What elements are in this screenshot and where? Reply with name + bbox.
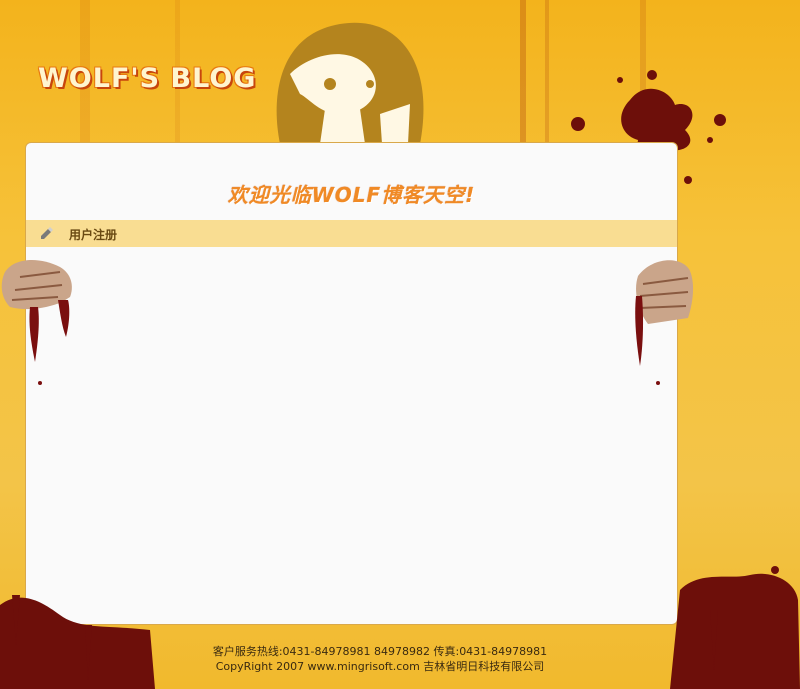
- main-panel: 欢迎光临WOLF博客天空! 用户注册: [25, 142, 678, 625]
- section-header-bar: 用户注册: [26, 220, 677, 247]
- footer-copyright-line: CopyRight 2007 www.mingrisoft.com 吉林省明日科…: [215, 660, 545, 673]
- wolf-face-illustration: [276, 22, 424, 145]
- footer-contact-line: 客户服务热线:0431-84978981 84978982 传真:0431-84…: [212, 645, 548, 658]
- pencil-icon: [41, 227, 53, 239]
- welcome-banner: 欢迎光临WOLF博客天空!: [227, 183, 476, 207]
- left-hand-illustration: [1, 260, 72, 385]
- blog-logo[interactable]: WOLF'S BLOG: [38, 63, 256, 94]
- right-hand-illustration: [635, 260, 694, 385]
- section-title-user-register: 用户注册: [69, 228, 118, 242]
